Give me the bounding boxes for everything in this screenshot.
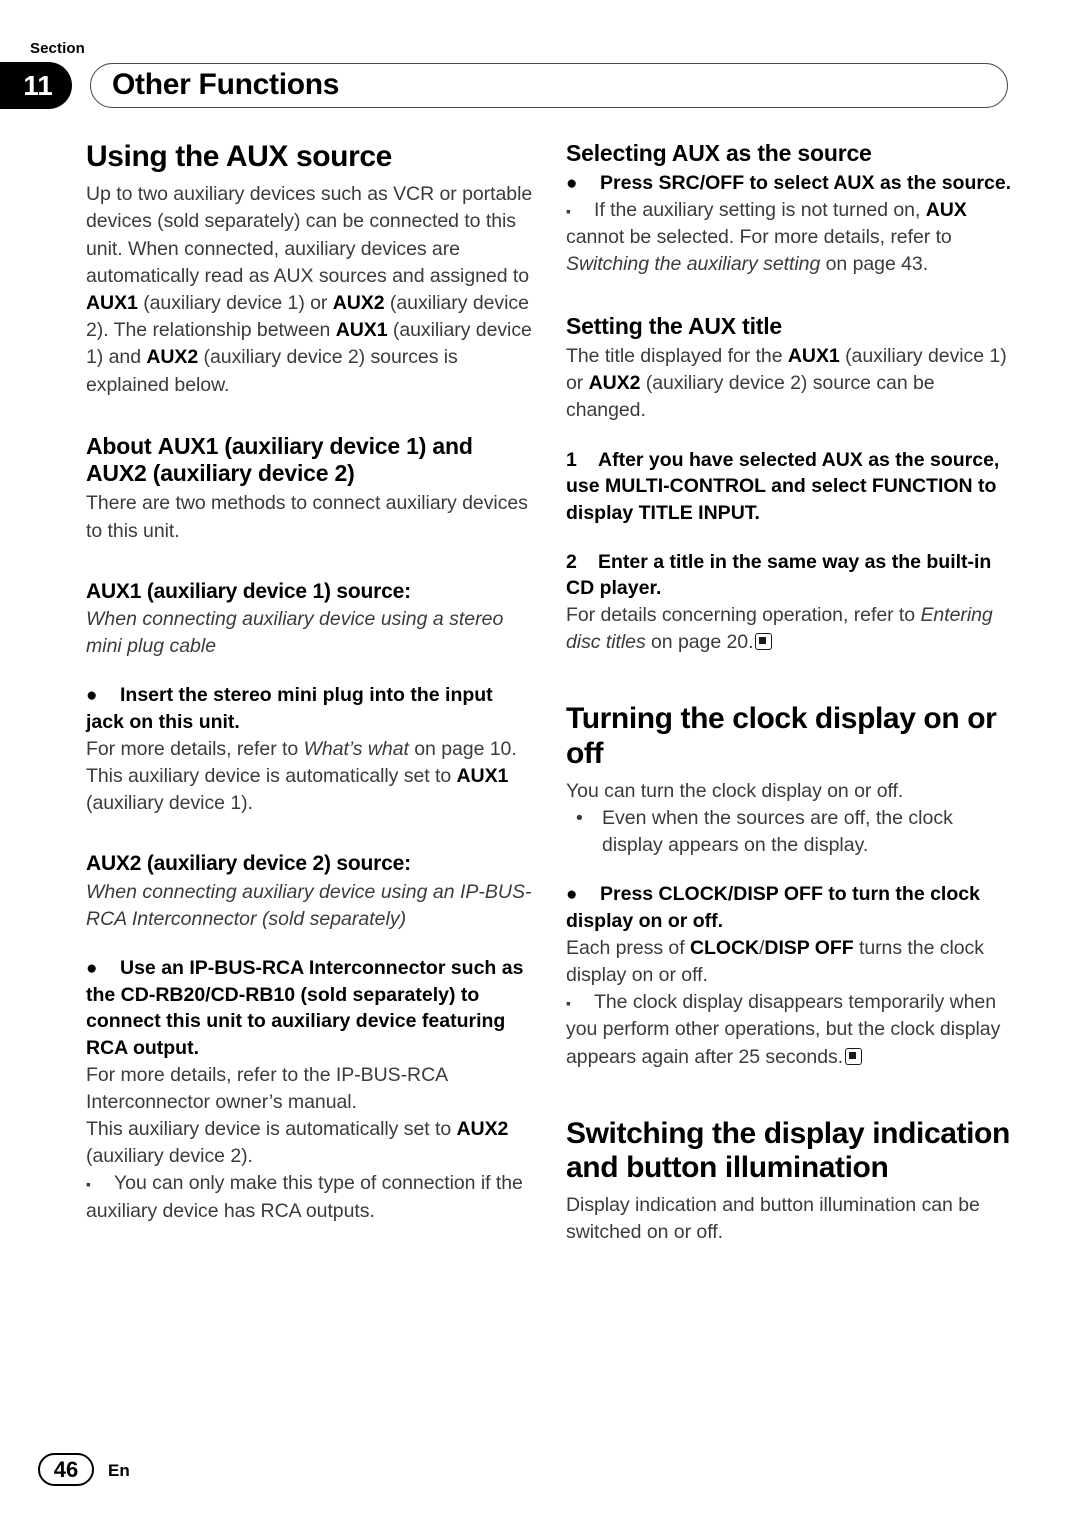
heading-aux2-source: AUX2 (auxiliary device 2) source: [86, 852, 411, 876]
note-clock-disappears: ▪ The clock display disappears temporaril… [566, 989, 1013, 1071]
paragraph-aux1-auto: This auxiliary device is automatically s… [86, 763, 533, 817]
step-2-label: Enter a title in the same way as the bui… [566, 550, 992, 600]
aux1-auto-1: This auxiliary device is automatically s… [86, 764, 457, 787]
paragraph-aux1-detail: For more details, refer to What’s what o… [86, 736, 533, 763]
paragraph-aux2-italic: When connecting auxiliary device using a… [86, 880, 532, 930]
paragraph-step2-detail: For details concerning operation, refer … [566, 602, 1013, 656]
note-auxiliary-setting: ▪ If the auxiliary setting is not turned … [566, 197, 1013, 279]
intro-text-2: (auxiliary device 1) or [137, 291, 333, 314]
select-note-ref: Switching the auxiliary setting [566, 253, 821, 276]
round-bullet-icon: • [576, 807, 583, 829]
about-head-3: (auxiliary device 2) [146, 460, 355, 487]
heading-selecting-aux-source: Selecting AUX as the source [566, 140, 872, 166]
aux2-auto-bold: AUX2 [456, 1118, 509, 1141]
step2-detail-1: For details concerning operation, refer … [566, 604, 921, 627]
heading-setting-aux-title: Setting the AUX title [566, 312, 783, 339]
step-2-enter-title: 2 Enter a title in the same way as the bu… [566, 549, 1013, 602]
step-1-number: 1 [566, 448, 577, 471]
intro-aux2-a: AUX2 [332, 291, 385, 314]
heading-using-aux-source: Using the AUX source [86, 140, 392, 173]
clock-each-dispoff: DISP OFF [764, 936, 854, 959]
page-content: Using the AUX source Up to two auxiliary… [0, 140, 1080, 1430]
note-clock-disappears-label: The clock display disappears temporarily… [566, 991, 1001, 1068]
intro-text-1: Up to two auxiliary devices such as VCR … [86, 183, 533, 287]
instruction-press-clock-disp-off-label: Press CLOCK/DISP OFF to turn the clock d… [566, 883, 980, 933]
about-head-1: About [86, 432, 158, 459]
end-of-section-marker-icon [755, 633, 773, 651]
section-label: Section [30, 40, 85, 57]
bullet-clock-sources-off-label: Even when the sources are off, the clock… [602, 807, 953, 857]
paragraph-clock-body: You can turn the clock display on or off… [566, 779, 904, 802]
aux1-detail-1: For more details, refer to [86, 737, 304, 760]
step-1-select-aux: 1 After you have selected AUX as the sour… [566, 447, 1013, 527]
page-footer: 46 En [0, 1429, 1080, 1529]
step-2-number: 2 [566, 550, 577, 573]
intro-aux1-a: AUX1 [86, 291, 138, 314]
aux1-auto-3: (auxiliary device 1). [86, 792, 253, 815]
instruction-use-ipbus-rca-label: Use an IP-BUS-RCA Interconnector such as… [86, 956, 524, 1059]
paragraph-about-body: There are two methods to connect auxilia… [86, 492, 528, 542]
intro-aux1-b: AUX1 [335, 319, 388, 342]
paragraph-aux2-detail: For more details, refer to the IP-BUS-RC… [86, 1063, 447, 1113]
note-rca-outputs: ▪ You can only make this type of connecti… [86, 1170, 533, 1224]
select-note-3: cannot be selected. For more details, re… [566, 226, 952, 249]
bullet-clock-sources-off: • Even when the sources are off, the cloc… [566, 805, 1013, 859]
bullet-dot-icon: ● [566, 884, 578, 906]
aux1-detail-ref: What’s what [303, 737, 409, 760]
instruction-insert-stereo-plug: ● Insert the stereo mini plug into the in… [86, 682, 533, 735]
note-rca-outputs-label: You can only make this type of connectio… [86, 1172, 523, 1222]
step-1-label: After you have selected AUX as the sourc… [566, 448, 1000, 524]
note-square-icon: ▪ [566, 203, 571, 220]
end-of-section-marker-icon [845, 1047, 863, 1065]
select-note-1: If the auxiliary setting is not turned o… [594, 199, 926, 222]
heading-about-aux1-aux2: About AUX1 (auxiliary device 1) and AUX2… [86, 433, 533, 488]
select-note-5: on page 43. [820, 253, 929, 276]
paragraph-title-body: The title displayed for the AUX1 (auxili… [566, 343, 1013, 425]
instruction-press-src-off-label: Press SRC/OFF to select AUX as the sourc… [600, 172, 1012, 195]
heading-switching-display-indication: Switching the display indication and but… [566, 1116, 1010, 1184]
bullet-dot-icon: ● [566, 173, 578, 195]
title-body-aux1: AUX1 [787, 344, 840, 367]
aux2-auto-3: (auxiliary device 2). [86, 1145, 253, 1168]
paragraph-aux-intro: Up to two auxiliary devices such as VCR … [86, 181, 533, 399]
instruction-press-src-off: ● Press SRC/OFF to select AUX as the sour… [566, 170, 1013, 197]
instruction-press-clock-disp-off: ● Press CLOCK/DISP OFF to turn the clock … [566, 881, 1013, 934]
page-number-badge: 46 [38, 1453, 94, 1486]
about-head-2: (auxiliary device 1) and [218, 432, 473, 459]
step2-detail-3: on page 20. [645, 631, 754, 654]
title-body-aux2: AUX2 [588, 372, 641, 395]
bullet-dot-icon: ● [86, 685, 98, 707]
page-title: Other Functions [112, 68, 340, 101]
right-column: Selecting AUX as the source ● Press SRC/O… [566, 140, 1013, 1246]
title-body-1: The title displayed for the [566, 344, 788, 367]
select-note-aux: AUX [925, 199, 967, 222]
paragraph-switch-body: Display indication and button illuminati… [566, 1194, 980, 1244]
intro-aux2-b: AUX2 [146, 346, 199, 369]
note-square-icon: ▪ [86, 1176, 91, 1193]
heading-aux1-source: AUX1 (auxiliary device 1) source: [86, 579, 411, 603]
paragraph-aux1-italic: When connecting auxiliary device using a… [86, 607, 504, 658]
language-code: En [108, 1461, 130, 1480]
aux2-auto-1: This auxiliary device is automatically s… [86, 1118, 457, 1141]
paragraph-clock-each-press: Each press of CLOCK/DISP OFF turns the c… [566, 935, 1013, 989]
left-column: Using the AUX source Up to two auxiliary… [86, 140, 533, 1225]
aux1-auto-bold: AUX1 [456, 764, 509, 787]
clock-each-clock: CLOCK [689, 936, 760, 959]
about-head-aux2: AUX2 [86, 460, 147, 487]
clock-each-1: Each press of [566, 936, 690, 959]
aux1-detail-3: on page 10. [408, 737, 517, 760]
section-number-badge: 11 [0, 62, 72, 109]
note-square-icon: ▪ [566, 995, 571, 1012]
paragraph-aux2-auto: This auxiliary device is automatically s… [86, 1116, 533, 1170]
about-head-aux1: AUX1 [157, 432, 219, 459]
instruction-insert-stereo-plug-label: Insert the stereo mini plug into the inp… [86, 684, 493, 734]
instruction-use-ipbus-rca: ● Use an IP-BUS-RCA Interconnector such a… [86, 955, 533, 1062]
page-header: Section 11 Other Functions [0, 0, 1080, 125]
heading-turning-clock-display: Turning the clock display on or off [566, 702, 997, 770]
bullet-dot-icon: ● [86, 957, 98, 979]
